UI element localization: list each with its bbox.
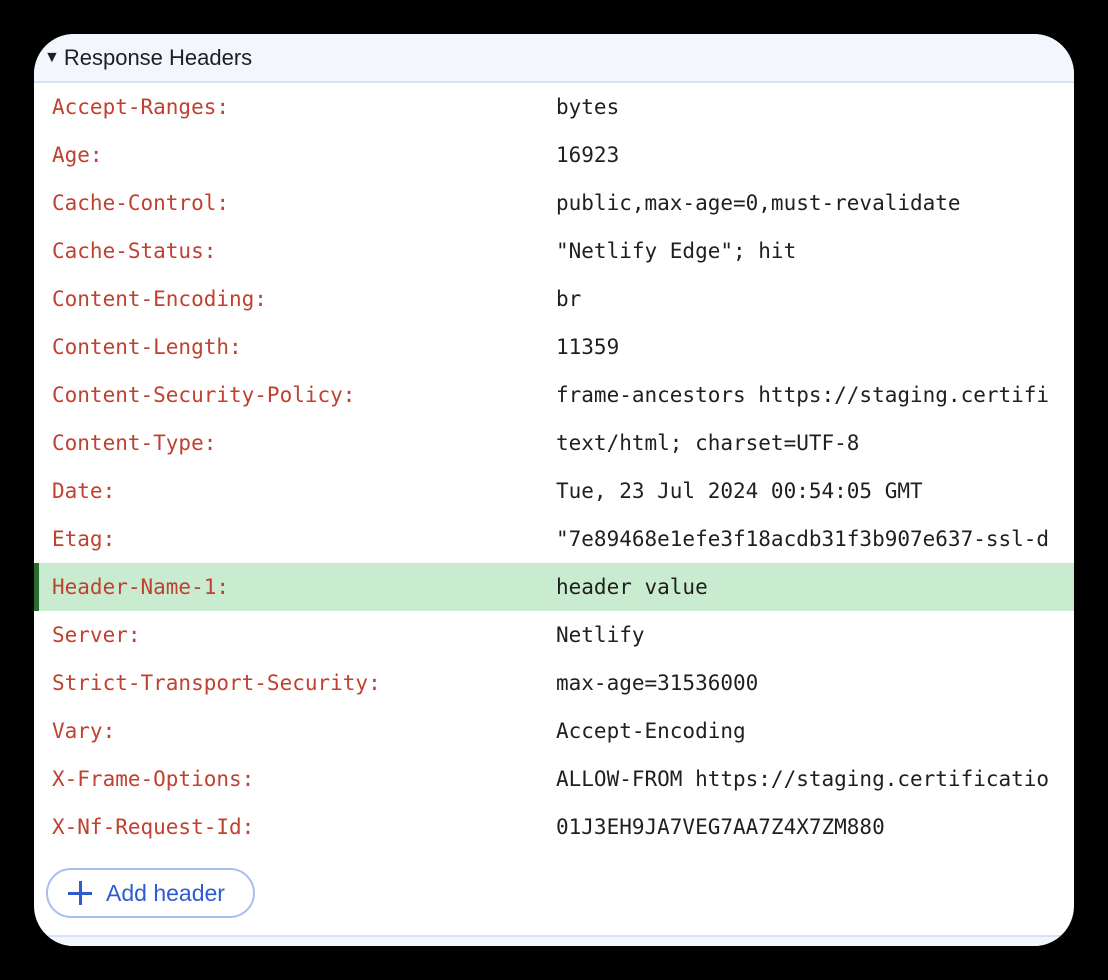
header-row[interactable]: Date: Tue, 23 Jul 2024 00:54:05 GMT [34,467,1074,515]
header-value[interactable]: text/html; charset=UTF-8 [556,419,859,467]
add-header-label: Add header [106,879,225,906]
header-name[interactable]: Vary: [52,707,115,755]
header-row[interactable]: Accept-Ranges: bytes [34,83,1074,131]
header-value[interactable]: Netlify [556,611,645,659]
footer-bar [34,937,1074,946]
header-value[interactable]: header value [556,563,708,611]
header-name[interactable]: X-Nf-Request-Id: [52,803,254,851]
header-value[interactable]: max-age=31536000 [556,659,758,707]
header-row[interactable]: X-Nf-Request-Id: 01J3EH9JA7VEG7AA7Z4X7ZM8… [34,803,1074,851]
header-name[interactable]: Content-Encoding: [52,275,267,323]
header-value[interactable]: br [556,275,581,323]
header-name[interactable]: X-Frame-Options: [52,755,254,803]
section-header-toggle[interactable]: ▼ Response Headers [34,34,1074,83]
header-name[interactable]: Server: [52,611,141,659]
header-row[interactable]: Vary: Accept-Encoding [34,707,1074,755]
header-value[interactable]: Tue, 23 Jul 2024 00:54:05 GMT [556,467,923,515]
header-value[interactable]: frame-ancestors https://staging.certifi [556,371,1049,419]
header-row[interactable]: Age: 16923 [34,131,1074,179]
add-header-button[interactable]: Add header [46,868,255,918]
header-name[interactable]: Cache-Status: [52,227,216,275]
headers-list: Accept-Ranges: bytes Age: 16923 Cache-Contro… [34,83,1074,851]
response-headers-panel: ▼ Response Headers Accept-Ranges: bytes Ag… [34,34,1074,946]
header-value[interactable]: public,max-age=0,must-revalidate [556,179,961,227]
header-row[interactable]: Etag: "7e89468e1efe3f18acdb31f3b907e637-s… [34,515,1074,563]
header-name[interactable]: Cache-Control: [52,179,229,227]
header-name[interactable]: Content-Type: [52,419,216,467]
header-value[interactable]: bytes [556,83,619,131]
header-row-highlighted[interactable]: Header-Name-1: header value [34,563,1074,611]
header-name[interactable]: Etag: [52,515,115,563]
header-row[interactable]: Content-Security-Policy: frame-ancestors … [34,371,1074,419]
header-row[interactable]: X-Frame-Options: ALLOW-FROM https://stagi… [34,755,1074,803]
header-row[interactable]: Cache-Status: "Netlify Edge"; hit [34,227,1074,275]
header-row[interactable]: Content-Encoding: br [34,275,1074,323]
header-row[interactable]: Strict-Transport-Security: max-age=315360… [34,659,1074,707]
header-name[interactable]: Date: [52,467,115,515]
header-value[interactable]: Accept-Encoding [556,707,746,755]
header-value[interactable]: "Netlify Edge"; hit [556,227,796,275]
header-row[interactable]: Cache-Control: public,max-age=0,must-reva… [34,179,1074,227]
header-name[interactable]: Age: [52,131,103,179]
header-value[interactable]: "7e89468e1efe3f18acdb31f3b907e637-ssl-d [556,515,1049,563]
header-value[interactable]: 16923 [556,131,619,179]
header-name[interactable]: Strict-Transport-Security: [52,659,381,707]
header-row[interactable]: Content-Type: text/html; charset=UTF-8 [34,419,1074,467]
header-name[interactable]: Content-Security-Policy: [52,371,355,419]
section-title: Response Headers [63,44,253,70]
header-name[interactable]: Accept-Ranges: [52,83,229,131]
header-name[interactable]: Content-Length: [52,323,242,371]
header-value[interactable]: 11359 [556,323,619,371]
plus-icon [68,881,92,905]
header-value[interactable]: ALLOW-FROM https://staging.certificatio [556,755,1049,803]
header-row[interactable]: Content-Length: 11359 [34,323,1074,371]
triangle-down-icon: ▼ [44,48,60,66]
header-row[interactable]: Server: Netlify [34,611,1074,659]
header-name[interactable]: Header-Name-1: [52,563,229,611]
header-value[interactable]: 01J3EH9JA7VEG7AA7Z4X7ZM880 [556,803,885,851]
